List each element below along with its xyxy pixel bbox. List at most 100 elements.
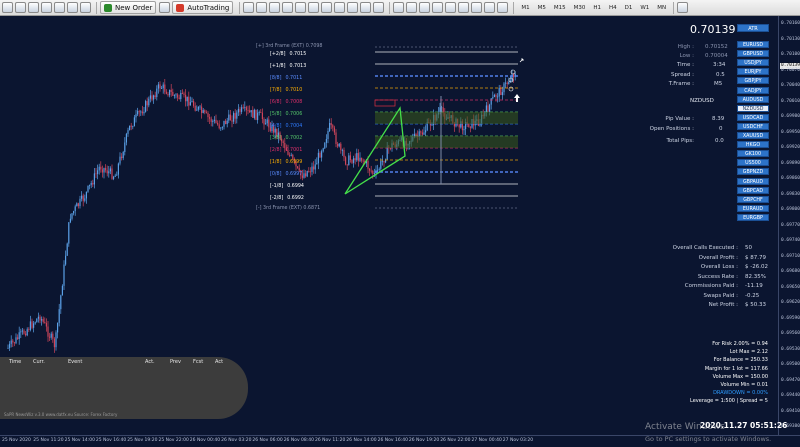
profiles-icon[interactable] bbox=[15, 2, 26, 13]
candle-body bbox=[162, 84, 164, 89]
symbol-button-gbpjpy[interactable]: GBPJPY bbox=[737, 77, 769, 85]
symbol-button-audusd[interactable]: AUDUSD bbox=[737, 95, 769, 103]
symbol-button-cadjpy[interactable]: CADJPY bbox=[737, 86, 769, 94]
symbol-button-xauusd[interactable]: XAUUSD bbox=[737, 132, 769, 139]
auto-scroll-icon[interactable] bbox=[321, 2, 333, 13]
candle-body bbox=[343, 149, 345, 158]
line-chart-icon[interactable] bbox=[269, 2, 281, 13]
horizontal-line-icon[interactable] bbox=[432, 2, 444, 13]
fibo-level-label: [3/8] 0.7002 bbox=[270, 136, 303, 141]
candle-body bbox=[493, 94, 495, 98]
candle-body bbox=[266, 119, 268, 124]
symbol-button-gbpcad[interactable]: GBPCAD bbox=[737, 186, 769, 194]
symbol-button-nzdusd[interactable]: NZDUSD bbox=[737, 104, 769, 112]
symbol-button-gbpnzd[interactable]: GBPNZD bbox=[737, 168, 769, 176]
symbol-button-eurgbp[interactable]: EURGBP bbox=[737, 213, 769, 221]
fibonacci-icon[interactable] bbox=[471, 2, 483, 13]
candle-body bbox=[330, 123, 332, 126]
time-tick: 25 Nov 22:00 bbox=[158, 438, 189, 443]
candle-body bbox=[129, 125, 131, 131]
spread-label: Spread : bbox=[671, 72, 694, 78]
cursor-mode-icon[interactable] bbox=[677, 2, 689, 13]
symbol-button-gbpaud[interactable]: GBPAUD bbox=[737, 177, 769, 185]
tf-m15[interactable]: M15 bbox=[554, 5, 566, 11]
candle-body bbox=[31, 321, 33, 328]
candle-body bbox=[119, 156, 121, 164]
periods-icon[interactable] bbox=[360, 2, 372, 13]
atr-button[interactable]: ATR bbox=[737, 24, 769, 32]
new-chart-icon[interactable] bbox=[2, 2, 13, 13]
tf-h1[interactable]: H1 bbox=[593, 5, 601, 11]
candle-body bbox=[76, 203, 78, 207]
market-watch-icon[interactable] bbox=[28, 2, 39, 13]
indicators-icon[interactable] bbox=[347, 2, 359, 13]
symbol-button-usdcad[interactable]: USDCAD bbox=[737, 113, 769, 121]
time-tick: 27 Nov 03:20 bbox=[502, 438, 534, 443]
terminal-icon[interactable] bbox=[67, 2, 78, 13]
news-col-forecast: Fcst bbox=[193, 359, 204, 365]
templates-icon[interactable] bbox=[373, 2, 385, 13]
candle-body bbox=[53, 338, 55, 348]
tf-mn[interactable]: MN bbox=[657, 5, 666, 11]
strategy-tester-icon[interactable] bbox=[80, 2, 91, 13]
channel-icon[interactable] bbox=[458, 2, 470, 13]
crosshair-icon[interactable] bbox=[406, 2, 418, 13]
stat-label: Overall Calls Executed : bbox=[672, 245, 738, 251]
candle-body bbox=[511, 74, 513, 81]
candle-body bbox=[261, 112, 263, 120]
tile-windows-icon[interactable] bbox=[308, 2, 320, 13]
candle-body bbox=[130, 125, 132, 127]
symbol-button-eurusd[interactable]: EURUSD bbox=[737, 41, 769, 48]
meta-editor-icon[interactable] bbox=[159, 2, 171, 13]
risk-info-line: Margin for 1 lot = 117.66 bbox=[704, 365, 768, 372]
cursor-icon[interactable] bbox=[393, 2, 405, 13]
symbol-button-euraud[interactable]: EURAUD bbox=[737, 204, 769, 212]
new-order-button[interactable]: New Order bbox=[100, 1, 157, 14]
tf-w1[interactable]: W1 bbox=[640, 5, 649, 11]
candle-body bbox=[153, 95, 155, 100]
candle-body bbox=[141, 111, 143, 114]
arrows-icon[interactable] bbox=[497, 2, 509, 13]
symbol-button-us500[interactable]: US500 bbox=[737, 159, 769, 167]
pip-value: 8.39 bbox=[712, 116, 725, 122]
candle-body bbox=[37, 316, 39, 319]
zoom-in-icon[interactable] bbox=[282, 2, 294, 13]
candle-body bbox=[95, 173, 97, 175]
time-tick: 27 Nov 00:40 bbox=[471, 438, 502, 443]
symbol-button-eurjpy[interactable]: EURJPY bbox=[737, 68, 769, 76]
tf-m1[interactable]: M1 bbox=[521, 5, 529, 11]
candle-body bbox=[383, 160, 385, 163]
data-window-icon[interactable] bbox=[41, 2, 52, 13]
bar-chart-icon[interactable] bbox=[243, 2, 255, 13]
tf-m30[interactable]: M30 bbox=[574, 5, 586, 11]
tf-m5[interactable]: M5 bbox=[538, 5, 546, 11]
symbol-button-gk100[interactable]: GK100 bbox=[737, 150, 769, 158]
candle-body bbox=[181, 92, 183, 94]
price-scale[interactable]: 0.70139 0.70160 0.70130 0.70100 0.70070 0.70… bbox=[778, 16, 800, 435]
zoom-out-icon[interactable] bbox=[295, 2, 307, 13]
candle-body bbox=[159, 84, 161, 89]
candle-body bbox=[63, 264, 65, 286]
tf-d1[interactable]: D1 bbox=[625, 5, 633, 11]
tf-h4[interactable]: H4 bbox=[609, 5, 617, 11]
candle-body bbox=[13, 342, 15, 344]
candlestick-icon[interactable] bbox=[256, 2, 268, 13]
chart-shift-icon[interactable] bbox=[334, 2, 346, 13]
vertical-line-icon[interactable] bbox=[419, 2, 431, 13]
symbol-button-gbpusd[interactable]: GBPUSD bbox=[737, 50, 769, 58]
symbol-button-gbpchf[interactable]: GBPCHF bbox=[737, 195, 769, 203]
candle-body bbox=[359, 157, 361, 161]
candle-body bbox=[338, 143, 340, 147]
price-tick: 0.70100 bbox=[781, 52, 800, 57]
stat-label: Swaps Paid : bbox=[703, 292, 738, 299]
candle-body bbox=[236, 112, 238, 119]
text-icon[interactable] bbox=[484, 2, 496, 13]
auto-trading-button[interactable]: AutoTrading bbox=[172, 1, 234, 14]
symbol-button-usdchf[interactable]: USDCHF bbox=[737, 122, 769, 130]
candle-body bbox=[186, 96, 188, 102]
symbol-button-usdjpy[interactable]: USDJPY bbox=[737, 59, 769, 67]
navigator-icon[interactable] bbox=[54, 2, 65, 13]
symbol-button-hkgo[interactable]: HKGO bbox=[737, 141, 769, 149]
candle-body bbox=[303, 173, 305, 178]
trendline-icon[interactable] bbox=[445, 2, 457, 13]
